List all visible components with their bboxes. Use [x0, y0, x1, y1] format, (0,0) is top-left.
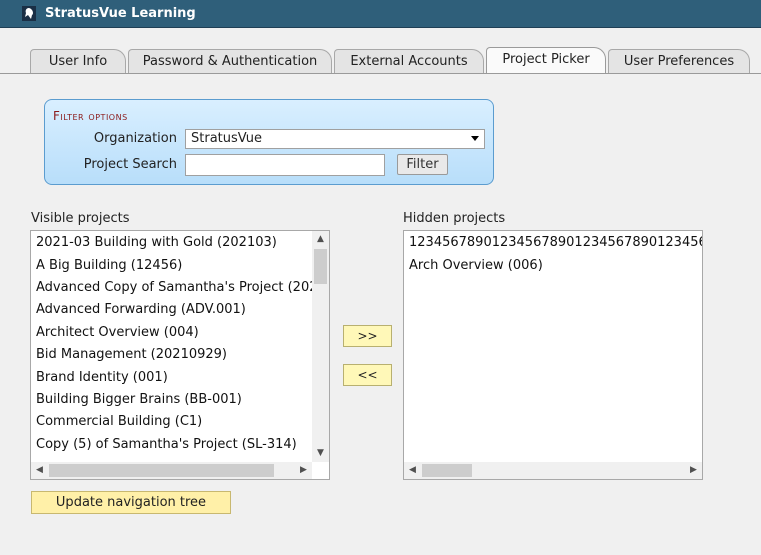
- list-item[interactable]: Advanced Forwarding (ADV.001): [36, 302, 246, 317]
- update-navigation-tree-button[interactable]: Update navigation tree: [31, 491, 231, 514]
- tab-external-accounts[interactable]: External Accounts: [334, 49, 484, 73]
- chevron-down-icon: [471, 136, 479, 141]
- visible-list-horizontal-scrollbar[interactable]: ◀ ▶: [31, 462, 312, 479]
- move-to-visible-button[interactable]: <<: [343, 364, 392, 386]
- organization-value: StratusVue: [191, 131, 263, 146]
- list-item[interactable]: Copy (5) of Samantha's Project (SL-314): [36, 437, 297, 452]
- filter-legend: Filter options: [53, 109, 128, 123]
- visible-projects-label: Visible projects: [31, 211, 130, 226]
- visible-projects-list[interactable]: 2021-03 Building with Gold (202103) A Bi…: [30, 230, 330, 480]
- hidden-projects-label: Hidden projects: [403, 211, 506, 226]
- scroll-left-icon[interactable]: ◀: [404, 462, 421, 479]
- organization-label: Organization: [93, 131, 177, 146]
- hidden-list-horizontal-scrollbar[interactable]: ◀ ▶: [404, 462, 702, 479]
- visible-list-vertical-scrollbar[interactable]: ▲ ▼: [312, 231, 329, 462]
- list-item[interactable]: Architect Overview (004): [36, 325, 199, 340]
- list-item[interactable]: 1234567890123456789012345678901234567: [409, 235, 702, 250]
- list-item[interactable]: Bid Management (20210929): [36, 347, 227, 362]
- list-item[interactable]: Arch Overview (006): [409, 258, 543, 273]
- project-search-input[interactable]: [185, 154, 385, 176]
- list-item[interactable]: Brand Identity (001): [36, 370, 168, 385]
- hidden-projects-list[interactable]: 1234567890123456789012345678901234567 Ar…: [403, 230, 703, 480]
- list-item[interactable]: Building Bigger Brains (BB-001): [36, 392, 242, 407]
- list-item[interactable]: A Big Building (12456): [36, 258, 182, 273]
- list-item[interactable]: Advanced Copy of Samantha's Project (202…: [36, 280, 326, 295]
- list-item[interactable]: Commercial Building (C1): [36, 414, 202, 429]
- tab-user-preferences[interactable]: User Preferences: [608, 49, 750, 73]
- app-logo-icon: [22, 6, 36, 21]
- tab-user-info[interactable]: User Info: [30, 49, 126, 73]
- scroll-right-icon[interactable]: ▶: [295, 462, 312, 479]
- tab-project-picker[interactable]: Project Picker: [486, 47, 606, 73]
- project-search-label: Project Search: [83, 157, 177, 172]
- title-bar: StratusVue Learning: [0, 0, 761, 28]
- scroll-left-icon[interactable]: ◀: [31, 462, 48, 479]
- move-to-hidden-button[interactable]: >>: [343, 325, 392, 347]
- organization-select[interactable]: StratusVue: [185, 129, 485, 149]
- tab-password-authentication[interactable]: Password & Authentication: [128, 49, 332, 73]
- scroll-right-icon[interactable]: ▶: [685, 462, 702, 479]
- filter-options-panel: Filter options Organization StratusVue P…: [44, 99, 494, 185]
- filter-button[interactable]: Filter: [397, 154, 448, 175]
- list-item[interactable]: 2021-03 Building with Gold (202103): [36, 235, 277, 250]
- scroll-up-icon[interactable]: ▲: [312, 231, 329, 248]
- horizontal-scroll-thumb[interactable]: [422, 464, 472, 477]
- horizontal-scroll-thumb[interactable]: [49, 464, 274, 477]
- scroll-down-icon[interactable]: ▼: [312, 445, 329, 462]
- vertical-scroll-thumb[interactable]: [314, 249, 327, 284]
- window-title: StratusVue Learning: [45, 6, 196, 21]
